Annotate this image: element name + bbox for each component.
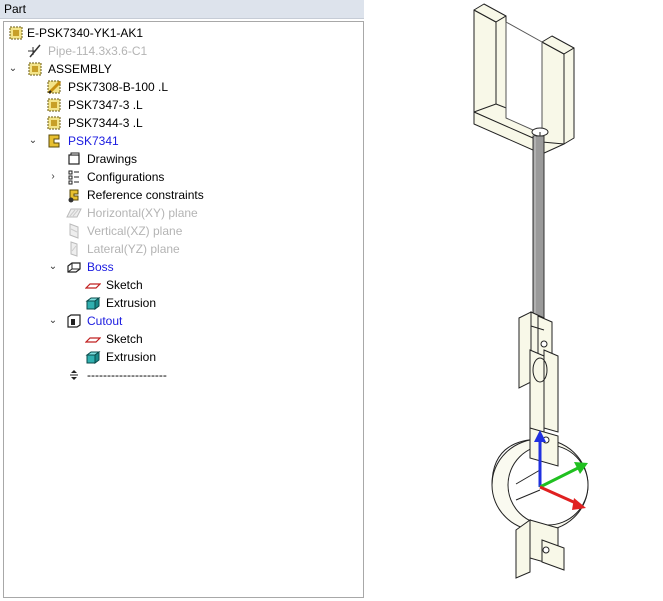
pipe-icon xyxy=(27,43,43,59)
chevron-down-icon[interactable]: ⌄ xyxy=(48,312,58,330)
drawings-icon xyxy=(66,151,82,167)
tree-item-part[interactable]: PSK7308-B-100 .L xyxy=(6,78,346,96)
part-panel: Part E-PSK7340-YK1-AK1 Pipe-114.3x3.6-C1… xyxy=(0,0,364,598)
feature-tree[interactable]: E-PSK7340-YK1-AK1 Pipe-114.3x3.6-C1 ⌄ AS… xyxy=(3,21,364,598)
plane-icon xyxy=(66,223,82,239)
tree-item-label: PSK7344-3 .L xyxy=(68,116,143,130)
assembly-icon xyxy=(46,97,62,113)
tree-item-label: Boss xyxy=(87,260,114,274)
tree-item-label: Vertical(XZ) plane xyxy=(87,224,183,238)
panel-header: Part xyxy=(0,0,364,19)
assembly-icon xyxy=(27,61,43,77)
tree-item-label: PSK7347-3 .L xyxy=(68,98,143,112)
3d-viewport[interactable] xyxy=(366,0,663,598)
tree-item-configurations[interactable]: › Configurations xyxy=(6,168,346,186)
plane-icon xyxy=(66,205,82,221)
tree-item-part[interactable]: PSK7347-3 .L xyxy=(6,96,346,114)
tree-item-label: Extrusion xyxy=(106,296,157,310)
tree-item-assembly[interactable]: ⌄ ASSEMBLY xyxy=(6,60,346,78)
tree-item-sketch[interactable]: Sketch xyxy=(6,330,346,348)
assembly-icon xyxy=(46,115,62,131)
configurations-icon xyxy=(66,169,82,185)
tree-item-label: Drawings xyxy=(87,152,138,166)
chevron-right-icon[interactable]: › xyxy=(48,168,58,186)
tree-item-extrusion[interactable]: Extrusion xyxy=(6,348,346,366)
tree-item-label: -------------------- xyxy=(87,368,167,382)
tree-item-label: PSK7308-B-100 .L xyxy=(68,80,169,94)
tree-item-label: Configurations xyxy=(87,170,165,184)
tree-end-marker[interactable]: -------------------- xyxy=(6,366,346,384)
chevron-down-icon[interactable]: ⌄ xyxy=(48,258,58,276)
tree-item-pipe[interactable]: Pipe-114.3x3.6-C1 xyxy=(6,42,346,60)
panel-title: Part xyxy=(4,2,27,16)
tree-item-label: Horizontal(XY) plane xyxy=(87,206,198,220)
tree-item-root[interactable]: E-PSK7340-YK1-AK1 xyxy=(6,24,346,42)
part-icon xyxy=(46,133,62,149)
tree-item-part[interactable]: PSK7344-3 .L xyxy=(6,114,346,132)
tree-item-sketch[interactable]: Sketch xyxy=(6,276,346,294)
tree-item-label: ASSEMBLY xyxy=(48,62,112,76)
tree-item-cutout[interactable]: ⌄ Cutout xyxy=(6,312,346,330)
reference-constraints-icon xyxy=(66,187,82,203)
sketch-icon xyxy=(85,277,101,293)
tree-item-label: Lateral(YZ) plane xyxy=(87,242,180,256)
clevis-left xyxy=(518,311,532,389)
end-marker-icon[interactable] xyxy=(66,367,82,383)
sketch-icon xyxy=(85,331,101,347)
edited-part-icon xyxy=(46,79,62,95)
boss-icon xyxy=(66,259,82,275)
tree-item-drawings[interactable]: Drawings xyxy=(6,150,346,168)
tree-item-plane-yz[interactable]: Lateral(YZ) plane xyxy=(6,240,346,258)
tree-item-psk7341[interactable]: ⌄ PSK7341 xyxy=(6,132,346,150)
tree-item-label: Reference constraints xyxy=(87,188,204,202)
tree-item-extrusion[interactable]: Extrusion xyxy=(6,294,346,312)
chevron-down-icon[interactable]: ⌄ xyxy=(28,132,38,150)
tree-item-label: Sketch xyxy=(106,332,143,346)
tree-item-label: Cutout xyxy=(87,314,123,328)
extrusion-icon xyxy=(85,295,101,311)
tree-item-plane-xz[interactable]: Vertical(XZ) plane xyxy=(6,222,346,240)
tree-item-label: PSK7341 xyxy=(68,134,119,148)
strap xyxy=(543,349,559,433)
tree-item-boss[interactable]: ⌄ Boss xyxy=(6,258,346,276)
tree-item-label: Extrusion xyxy=(106,350,157,364)
plane-icon xyxy=(66,241,82,257)
chevron-down-icon[interactable]: ⌄ xyxy=(8,60,18,78)
assembly-icon xyxy=(8,25,24,41)
model-view xyxy=(473,3,589,579)
tree-item-label: Pipe-114.3x3.6-C1 xyxy=(48,44,148,58)
tree-item-label: E-PSK7340-YK1-AK1 xyxy=(27,26,144,40)
extrusion-icon xyxy=(85,349,101,365)
cutout-icon xyxy=(66,313,82,329)
tree-item-label: Sketch xyxy=(106,278,143,292)
tree-item-reference-constraints[interactable]: Reference constraints xyxy=(6,186,346,204)
tree-item-plane-xy[interactable]: Horizontal(XY) plane xyxy=(6,204,346,222)
